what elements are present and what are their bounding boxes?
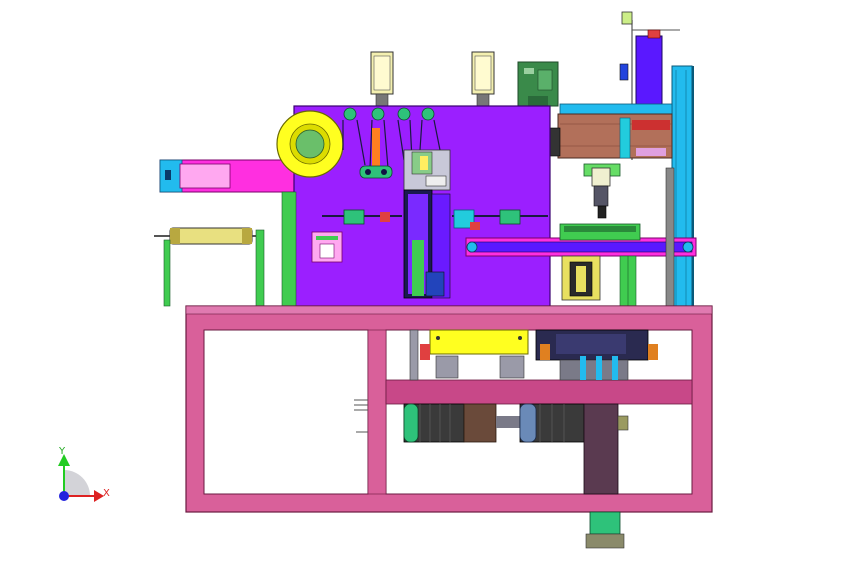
clamp-block xyxy=(311,231,343,263)
center-press-mechanism xyxy=(403,149,451,299)
unwind-roller-left xyxy=(154,227,265,307)
material-spool xyxy=(276,110,344,178)
horizontal-conveyor xyxy=(547,103,673,159)
top-cylinder-left xyxy=(370,51,394,107)
triad-x-label: X xyxy=(103,488,110,499)
triad-y-label: Y xyxy=(58,446,66,457)
coordinate-triad: Y X xyxy=(58,446,110,502)
top-cylinder-right xyxy=(471,51,495,107)
drive-motor-right xyxy=(519,403,585,443)
cad-viewport[interactable]: Y X xyxy=(0,0,867,562)
feed-arm-left xyxy=(159,159,297,193)
machine-assembly-drawing: Y X xyxy=(58,11,713,549)
control-board xyxy=(517,61,559,107)
gripper-tool xyxy=(583,163,621,219)
